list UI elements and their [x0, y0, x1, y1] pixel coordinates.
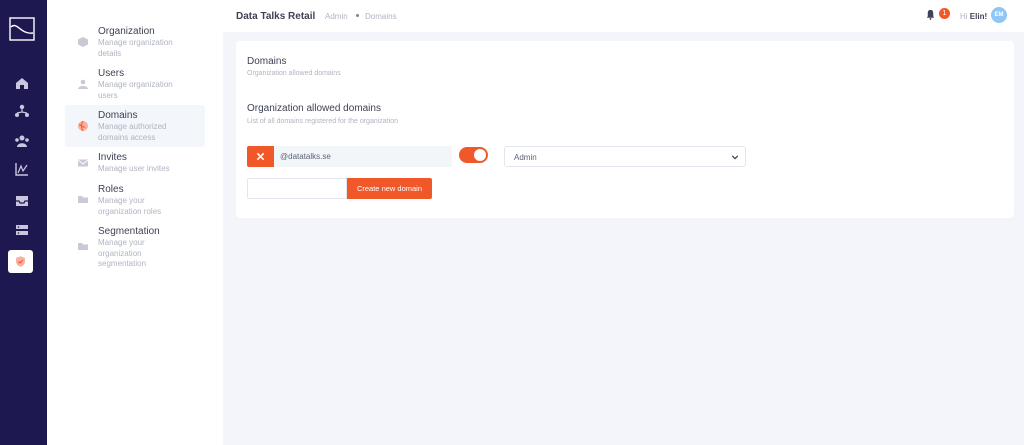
breadcrumb-separator	[356, 14, 359, 17]
domains-card: Domains Organization allowed domains Org…	[236, 41, 1014, 218]
app-title: Data Talks Retail	[236, 11, 316, 22]
sidebar-item-roles[interactable]: Roles Manage your organization roles	[65, 184, 205, 220]
sidebar-item-desc: Manage organization details	[98, 38, 173, 58]
sidebar-item-desc: Manage authorized domains access	[98, 122, 167, 142]
home-icon[interactable]	[11, 72, 33, 94]
section-subtitle: List of all domains registered for the o…	[247, 118, 398, 125]
user-icon	[78, 79, 88, 89]
sidebar-item-domains[interactable]: Domains Manage authorized domains access	[65, 105, 205, 147]
chevron-down-icon	[731, 155, 739, 160]
role-select-value: Admin	[514, 153, 537, 162]
role-select[interactable]: Admin	[504, 146, 746, 167]
settings-sidebar: Organization Manage organization details…	[47, 0, 223, 445]
sidebar-item-label: Domains	[98, 110, 138, 121]
globe-icon	[78, 120, 88, 132]
shield-icon[interactable]	[8, 250, 33, 273]
avatar[interactable]: EM	[991, 7, 1007, 23]
folder-icon	[78, 243, 88, 250]
hierarchy-icon[interactable]	[11, 100, 33, 122]
sidebar-item-desc: Manage your organization roles	[98, 196, 162, 216]
sidebar-item-label: Users	[98, 68, 125, 79]
folder-icon	[78, 196, 88, 203]
new-domain-input[interactable]	[247, 178, 347, 199]
greeting: Hi Elin!	[960, 12, 988, 21]
page-subtitle: Organization allowed domains	[247, 70, 341, 77]
sidebar-item-label: Invites	[98, 152, 127, 163]
notification-badge: 1	[939, 8, 950, 19]
sidebar-item-desc: Manage organization users	[98, 80, 173, 100]
sidebar-item-organization[interactable]: Organization Manage organization details	[65, 26, 205, 62]
sidebar-item-desc: Manage user invites	[98, 164, 170, 173]
app-rail	[0, 0, 47, 445]
toggle-knob	[474, 149, 486, 161]
page-title: Domains	[247, 56, 287, 67]
inbox-icon[interactable]	[11, 190, 33, 212]
breadcrumb-admin[interactable]: Admin	[325, 12, 348, 21]
server-icon[interactable]	[11, 219, 33, 241]
user-name: Elin!	[969, 12, 988, 21]
sidebar-item-invites[interactable]: Invites Manage user invites	[65, 152, 205, 176]
sidebar-item-label: Segmentation	[98, 226, 160, 237]
create-domain-button[interactable]: Create new domain	[347, 178, 432, 199]
cube-icon	[78, 37, 88, 47]
domain-field[interactable]	[274, 146, 452, 167]
sidebar-item-label: Organization	[98, 26, 155, 37]
logo-icon[interactable]	[9, 17, 35, 41]
section-title: Organization allowed domains	[247, 103, 381, 114]
sidebar-item-users[interactable]: Users Manage organization users	[65, 68, 205, 104]
close-icon	[256, 152, 265, 161]
users-group-icon[interactable]	[11, 130, 33, 152]
sidebar-item-label: Roles	[98, 184, 124, 195]
envelope-icon	[77, 159, 89, 167]
header: Data Talks Retail Admin Domains 1 Hi Eli…	[223, 0, 1024, 32]
breadcrumb-domains: Domains	[365, 12, 397, 21]
sidebar-item-segmentation[interactable]: Segmentation Manage your organization se…	[65, 226, 205, 272]
chart-icon[interactable]	[11, 158, 33, 180]
sidebar-item-desc: Manage your organization segmentation	[98, 238, 147, 268]
remove-domain-button[interactable]	[247, 146, 274, 167]
bell-icon[interactable]	[925, 9, 936, 20]
domain-enabled-toggle[interactable]	[459, 147, 488, 163]
